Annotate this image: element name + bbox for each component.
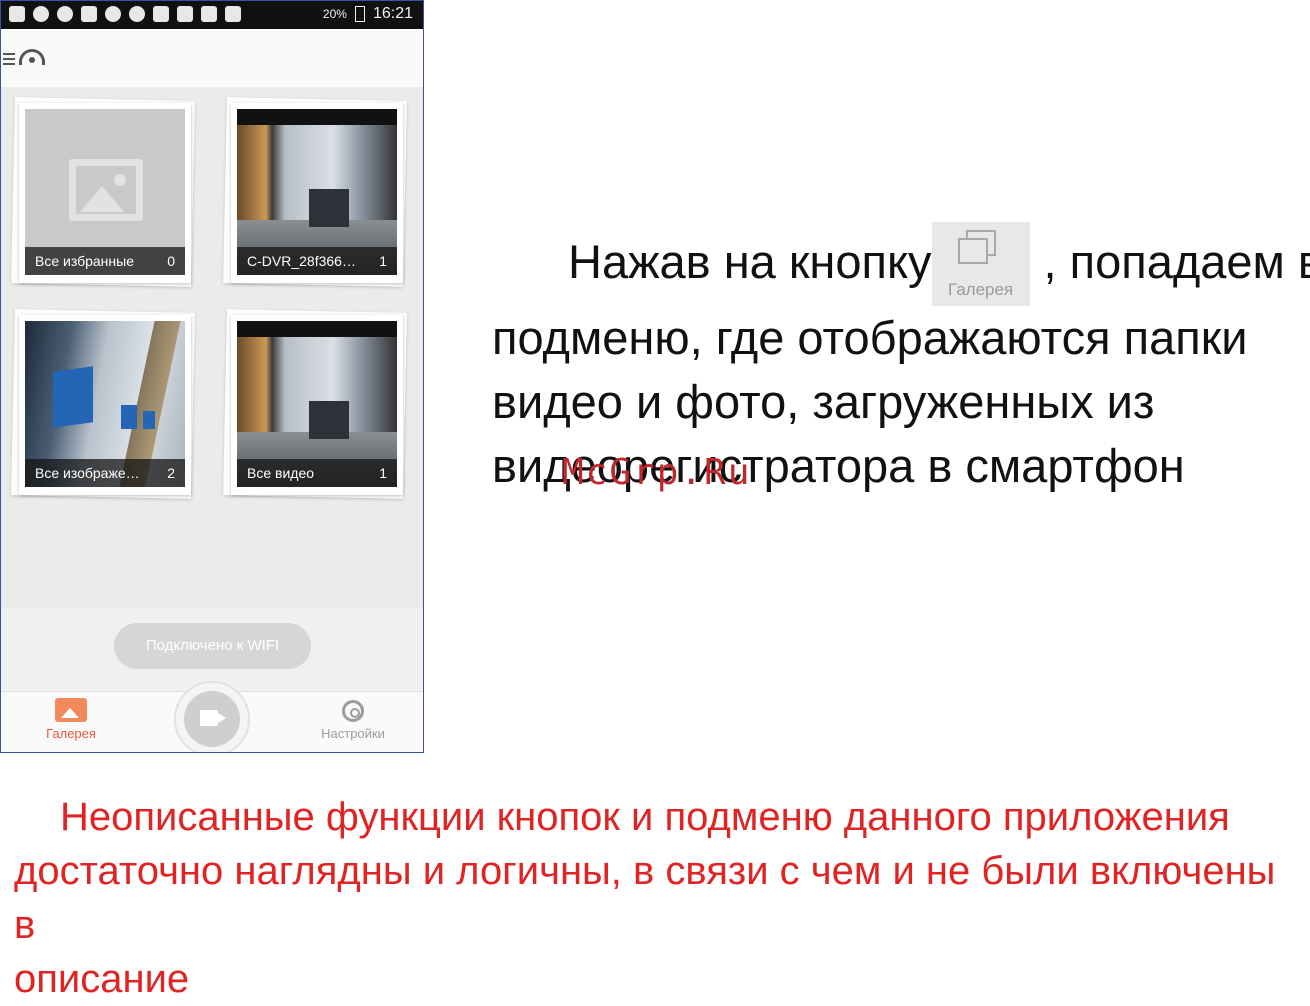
check-icon <box>33 6 49 22</box>
status-bar: 20% 16:21 <box>1 1 423 29</box>
nav-gallery[interactable]: Галерея <box>21 698 121 741</box>
watermark: McGrp.Ru <box>562 452 752 493</box>
gallery-icon <box>957 230 998 270</box>
app-bar <box>1 29 423 88</box>
footnote: Неописанные функции кнопок и подменю дан… <box>14 790 1304 1006</box>
phone-screenshot: 20% 16:21 Все избранные 0 C-DVR_28f366… … <box>0 0 424 753</box>
signal-icon <box>225 6 241 22</box>
album-count: 0 <box>167 253 175 269</box>
description-line-1-end: , попадаем в <box>1043 235 1310 288</box>
sim-icon <box>201 6 217 22</box>
alarm-icon <box>129 6 145 22</box>
album-count: 2 <box>167 465 175 481</box>
album-count: 1 <box>379 465 387 481</box>
nav-settings[interactable]: Настройки <box>303 698 403 741</box>
nav-settings-label: Настройки <box>321 726 385 741</box>
album-caption: C-DVR_28f366… 1 <box>237 247 397 275</box>
album-cdvr[interactable]: C-DVR_28f366… 1 <box>223 97 407 287</box>
description-line-2: подменю, где отображаются папки <box>492 311 1248 364</box>
gear-icon <box>342 700 364 722</box>
album-name: Все изображе… <box>35 465 140 481</box>
data-icon <box>177 6 193 22</box>
search-icon <box>57 6 73 22</box>
album-caption: Все изображе… 2 <box>25 459 185 487</box>
camera-button[interactable] <box>174 681 250 752</box>
image-placeholder-icon <box>69 159 143 221</box>
gallery-button-label: Галерея <box>947 280 1014 299</box>
album-grid: Все избранные 0 C-DVR_28f366… 1 Все изоб… <box>1 87 423 607</box>
album-name: Все избранные <box>35 253 134 269</box>
album-name: Все видео <box>247 465 315 481</box>
footnote-line-1: Неописанные функции кнопок и подменю дан… <box>60 795 1230 839</box>
app-logo-icon <box>19 49 45 65</box>
album-favorites[interactable]: Все избранные 0 <box>11 97 195 287</box>
at-icon <box>105 6 121 22</box>
album-caption: Все видео 1 <box>237 459 397 487</box>
gallery-icon <box>55 698 87 722</box>
image-icon <box>81 6 97 22</box>
footnote-line-2: достаточно наглядны и логичны, в связи с… <box>14 849 1276 947</box>
album-name: C-DVR_28f366… <box>247 253 356 269</box>
album-all-videos[interactable]: Все видео 1 <box>223 309 407 499</box>
nav-gallery-label: Галерея <box>46 726 96 741</box>
wifi-status-toast: Подключено к WIFI <box>114 623 311 669</box>
gallery-button-illustration: Галерея <box>931 222 1030 306</box>
album-caption: Все избранные 0 <box>25 247 185 275</box>
album-count: 1 <box>379 253 387 269</box>
clock: 16:21 <box>372 5 413 22</box>
wifi-icon <box>153 6 169 22</box>
battery-percent: 20% <box>322 7 347 21</box>
video-camera-icon <box>200 710 218 726</box>
description-line-1-start: Нажав на кнопку <box>568 235 932 288</box>
description-line-3: видео и фото, загруженных из <box>492 375 1155 428</box>
footnote-line-3: описание <box>14 957 190 1001</box>
menu-icon[interactable] <box>3 53 15 65</box>
battery-icon <box>354 6 365 22</box>
album-all-images[interactable]: Все изображе… 2 <box>11 309 195 499</box>
notification-icon <box>9 6 25 22</box>
status-icons <box>9 6 241 22</box>
